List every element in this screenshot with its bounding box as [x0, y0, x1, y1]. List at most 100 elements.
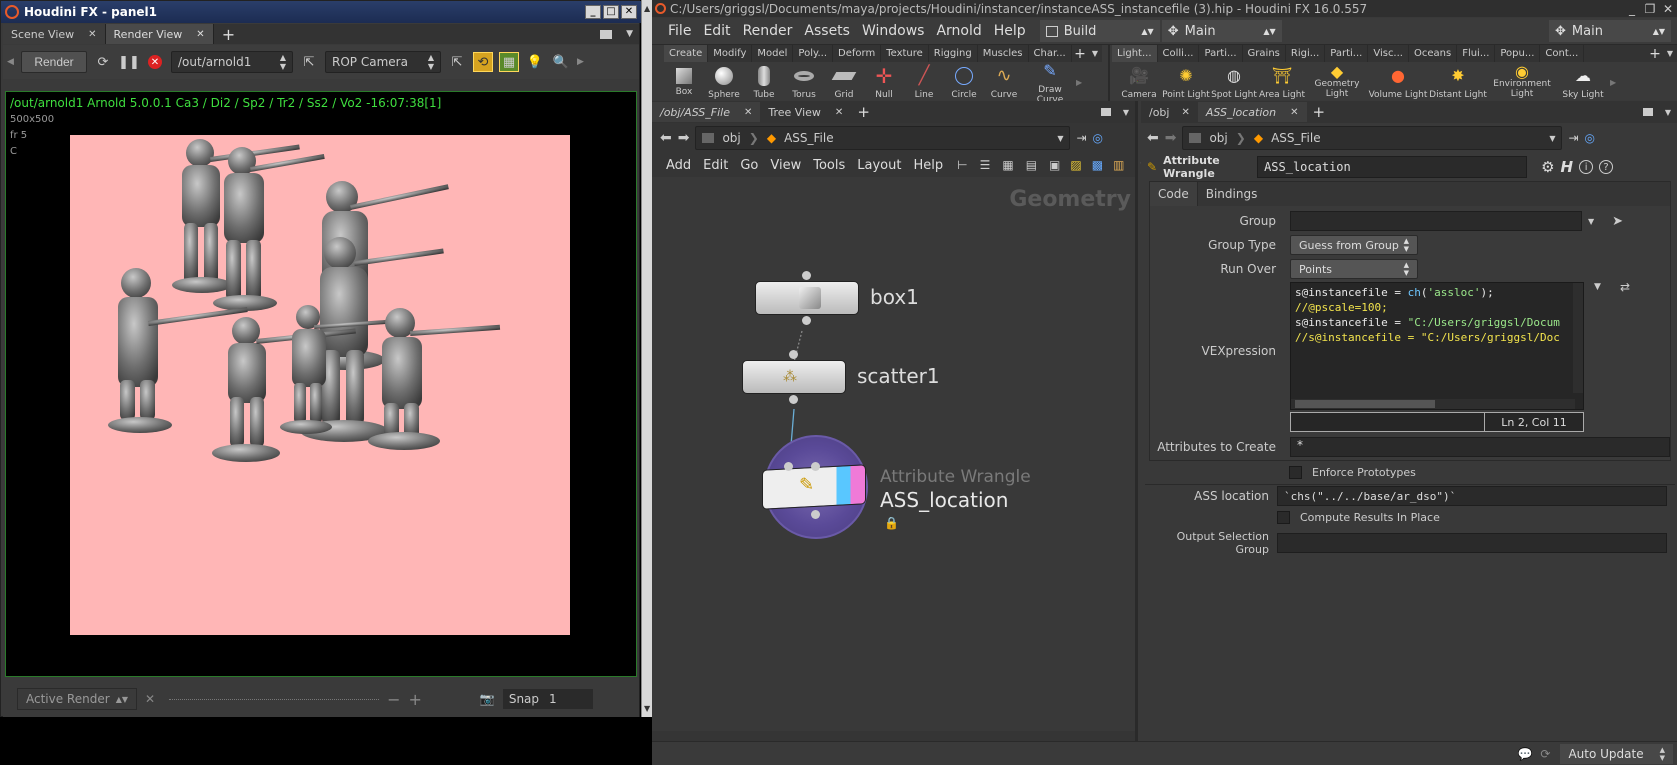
camera-snapshot-icon[interactable]: 📷 — [480, 692, 495, 706]
scroll-down-icon[interactable]: ▼ — [644, 704, 650, 713]
snap-field[interactable]: Snap 1 — [502, 689, 593, 709]
maximize-button[interactable]: □ — [603, 5, 619, 19]
chat-icon[interactable]: 💬 — [1517, 747, 1532, 761]
tool-area-light[interactable]: ⛩ Area Light — [1258, 65, 1306, 100]
active-render-select[interactable]: Active Render ▲▼ — [17, 688, 137, 710]
shelf-scroll-icon[interactable]: ▶ — [1610, 78, 1616, 87]
help-icon[interactable]: ? — [1599, 160, 1614, 174]
tool-sphere[interactable]: Sphere — [704, 65, 744, 100]
tool-circle[interactable]: Circle — [944, 65, 984, 100]
path-segment-ass-file[interactable]: ASS_File — [1271, 131, 1321, 145]
pick-camera-icon[interactable]: ⇱ — [447, 52, 467, 72]
shelf-menu-icon[interactable]: ▼ — [1092, 49, 1098, 58]
shelf-tab-muscles[interactable]: Muscles — [978, 45, 1029, 62]
path-segment-ass-file[interactable]: ASS_File — [784, 131, 834, 145]
compute-in-place-checkbox[interactable] — [1277, 510, 1290, 524]
pane-menu-icon[interactable] — [600, 29, 613, 39]
shelf-scroll-icon[interactable]: ▶ — [1076, 78, 1082, 87]
tab-network[interactable]: /obj/ASS_File ✕ — [652, 102, 761, 122]
tool-distant-light[interactable]: ✸ Distant Light — [1428, 65, 1488, 100]
refresh-icon[interactable]: ⟳ — [93, 52, 113, 72]
net-menu-go[interactable]: Go — [734, 158, 764, 173]
minimize-button[interactable]: _ — [585, 5, 601, 19]
box-icon[interactable]: ▥ — [1113, 158, 1124, 172]
group-field[interactable] — [1290, 211, 1582, 231]
pin-icon[interactable]: ⇥ — [1076, 131, 1086, 145]
shelf-tab-populate[interactable]: Popu... — [1495, 45, 1541, 62]
close-tab-icon[interactable]: ✕ — [835, 107, 843, 118]
select-arrow-icon[interactable]: ➤ — [1612, 214, 1623, 229]
forward-icon[interactable]: ➡ — [678, 130, 690, 146]
tool-tube[interactable]: Tube — [744, 65, 784, 100]
node-input-port[interactable] — [811, 462, 820, 471]
shelf-tab-model[interactable]: Model — [752, 45, 794, 62]
tool-environment-light[interactable]: ◉ Environment Light — [1488, 63, 1556, 99]
cook-icon[interactable]: ⟳ — [1540, 747, 1550, 761]
pane-dropdown-icon[interactable]: ▼ — [1665, 108, 1671, 117]
tab-code[interactable]: Code — [1150, 182, 1197, 206]
code-line[interactable]: s@instancefile = ch('assloc'); — [1295, 285, 1579, 300]
stop-render-icon[interactable]: ✕ — [145, 52, 165, 72]
close-button[interactable]: ✕ — [621, 5, 637, 19]
update-mode-select[interactable]: Auto Update ▲ ▼ — [1560, 743, 1673, 764]
tool-geometry-light[interactable]: ◆ Geometry Light — [1306, 63, 1368, 99]
close-tab-icon[interactable]: ✕ — [1181, 107, 1189, 118]
scroll-up-icon[interactable]: ▲ — [644, 4, 650, 13]
region-render-icon[interactable]: ▦ — [499, 52, 519, 72]
desktop-select[interactable]: Build ▲▼ — [1039, 20, 1160, 42]
shelf-tab-texture[interactable]: Texture — [881, 45, 929, 62]
pause-icon[interactable]: ❚❚ — [118, 52, 140, 72]
net-menu-edit[interactable]: Edit — [697, 158, 734, 173]
tab-bindings[interactable]: Bindings — [1196, 182, 1266, 206]
close-tab-icon[interactable]: ✕ — [1290, 107, 1298, 118]
forward-icon[interactable]: ➡ — [1165, 130, 1177, 146]
shelf-tab-collisions[interactable]: Colli... — [1158, 45, 1200, 62]
sticky-note-icon[interactable]: ▨ — [1070, 158, 1081, 172]
run-over-select[interactable]: Points ▲ ▼ — [1290, 259, 1418, 279]
net-menu-layout[interactable]: Layout — [851, 158, 907, 173]
menu-edit[interactable]: Edit — [697, 23, 736, 39]
menu-file[interactable]: File — [662, 23, 697, 39]
node-ass-location[interactable]: ✎ — [762, 464, 866, 510]
main-title-bar[interactable]: C:/Users/griggsl/Documents/maya/projects… — [652, 0, 1677, 17]
tool-curve[interactable]: ∿ Curve — [984, 65, 1024, 100]
params-path[interactable]: obj ❯ ◆ ASS_File ▼ — [1182, 126, 1563, 150]
clear-icon[interactable]: ✕ — [145, 692, 155, 706]
restore-button[interactable]: ❐ — [1641, 2, 1659, 16]
pane-menu-icon[interactable] — [1642, 108, 1653, 116]
shelf-tab-modify[interactable]: Modify — [708, 45, 753, 62]
link-icon[interactable]: ◎ — [1093, 131, 1103, 145]
add-tab-icon[interactable]: + — [222, 25, 235, 44]
plus-icon[interactable]: + — [408, 690, 421, 709]
auto-update-icon[interactable]: ⟲ — [473, 52, 493, 72]
tool-torus[interactable]: Torus — [784, 65, 824, 100]
info-icon[interactable]: i — [1579, 160, 1594, 174]
code-line[interactable]: s@instancefile = "C:/Users/griggsl/Docum — [1295, 315, 1579, 330]
close-tab-icon[interactable]: ✕ — [196, 29, 204, 40]
add-tab-icon[interactable]: + — [857, 103, 870, 121]
tab-scene-view[interactable]: Scene View ✕ — [3, 24, 106, 44]
shelf-tab-create[interactable]: Create — [664, 45, 709, 62]
help-h-icon[interactable]: H — [1561, 158, 1574, 176]
path-segment-obj[interactable]: obj — [1209, 131, 1227, 145]
menu-help[interactable]: Help — [988, 23, 1032, 39]
grid-view-icon[interactable]: ▦ — [1002, 158, 1013, 172]
node-label-ass-location[interactable]: ASS_location — [880, 488, 1008, 512]
ass-location-field[interactable]: `chs("../../base/ar_dso")` — [1277, 486, 1667, 506]
tab-render-view[interactable]: Render View ✕ — [105, 24, 214, 44]
add-tab-icon[interactable]: + — [1313, 103, 1326, 121]
node-scatter1[interactable]: ⁂ — [742, 360, 846, 394]
net-menu-help[interactable]: Help — [907, 158, 949, 173]
shelf-tab-lights[interactable]: Light... — [1112, 45, 1158, 62]
shelf-set-select-right[interactable]: ✥ Main ▲▼ — [1549, 20, 1671, 42]
node-label-scatter1[interactable]: scatter1 — [857, 364, 940, 388]
collapse-left-icon[interactable]: ◀ — [7, 57, 14, 67]
render-button[interactable]: Render — [21, 51, 87, 73]
minimize-button[interactable]: _ — [1623, 2, 1641, 16]
render-viewport[interactable]: /out/arnold1 Arnold 5.0.0.1 Ca3 / Di2 / … — [5, 91, 637, 677]
tab-ass-location[interactable]: ASS_location ✕ — [1197, 102, 1307, 122]
pick-driver-icon[interactable]: ⇱ — [299, 52, 319, 72]
shelf-tab-deform[interactable]: Deform — [833, 45, 882, 62]
group-dropdown-icon[interactable]: ▼ — [1588, 217, 1594, 226]
tab-obj[interactable]: /obj ✕ — [1141, 102, 1198, 122]
